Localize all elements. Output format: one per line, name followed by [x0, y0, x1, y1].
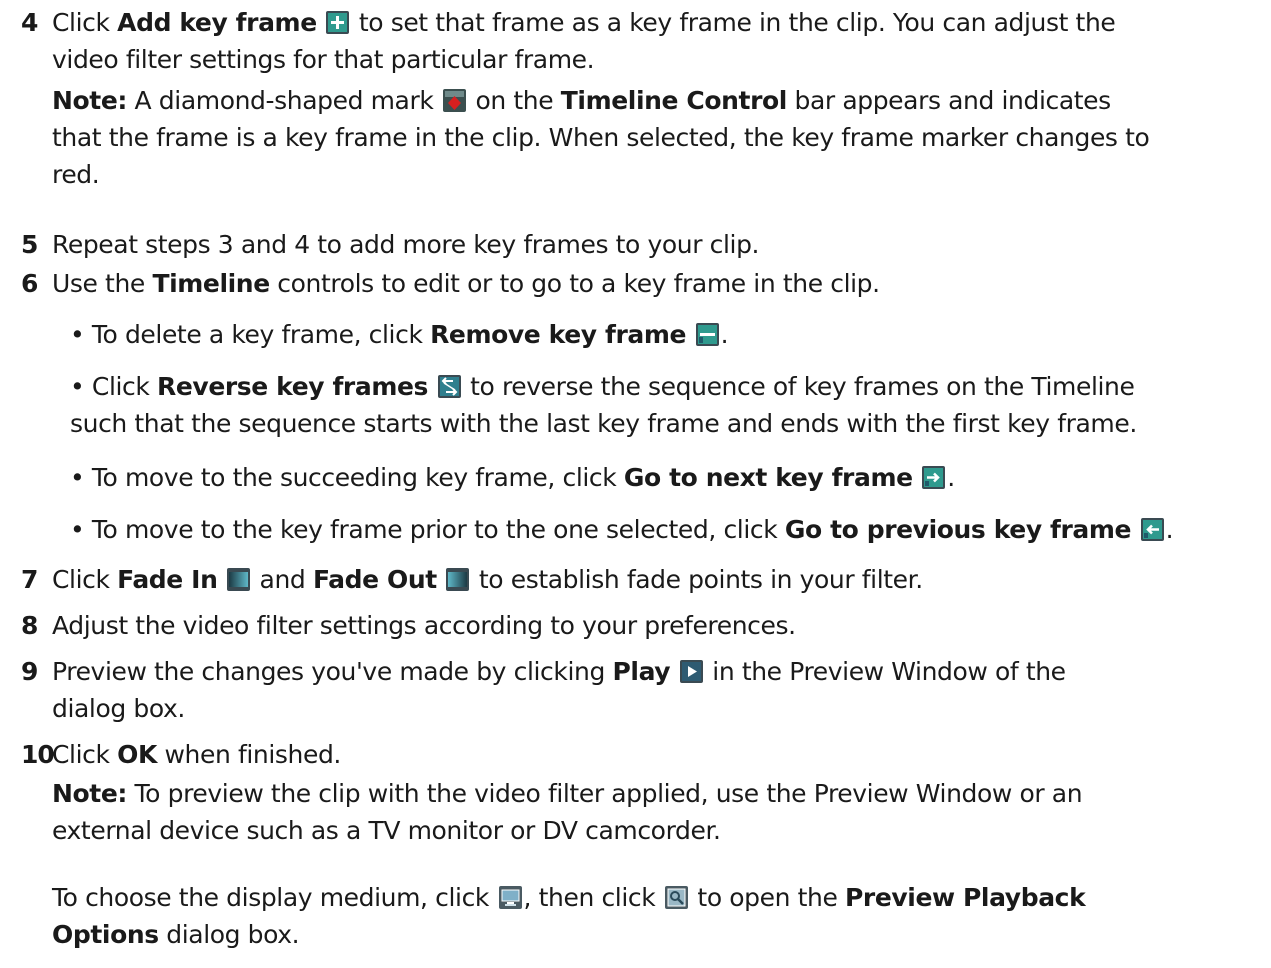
ui-term: Fade In — [117, 565, 218, 594]
ui-term: Go to next key frame — [623, 463, 913, 492]
step-number: 4 — [21, 8, 38, 37]
text: Repeat steps 3 and 4 to add more key fra… — [52, 230, 760, 259]
ui-term: Fade Out — [312, 565, 437, 594]
text: in the Preview Window of the — [704, 657, 1066, 686]
text: bar appears and indicates — [786, 86, 1111, 115]
ui-term: OK — [117, 740, 157, 769]
playback-options-icon — [664, 886, 688, 909]
ui-term: Timeline — [152, 269, 270, 298]
step-9: 9 Preview the changes you've made by cli… — [21, 653, 1262, 727]
step-4: 4 Click Add key frame to set that frame … — [21, 4, 1262, 78]
ui-term: Reverse key frames — [157, 372, 429, 401]
step-number: 7 — [21, 565, 38, 594]
fade-out-icon — [446, 568, 470, 591]
bullet-next: • To move to the succeeding key frame, c… — [70, 459, 1271, 496]
fade-in-icon — [227, 568, 251, 591]
step-8: 8 Adjust the video filter settings accor… — [21, 607, 1262, 644]
text: • To move to the succeeding key frame, c… — [70, 463, 624, 492]
text: A diamond-shaped mark — [127, 86, 441, 115]
text: Adjust the video filter settings accordi… — [52, 611, 796, 640]
ui-term: Preview Playback — [844, 883, 1086, 912]
step-number: 10 — [21, 740, 55, 769]
display-medium-paragraph: To choose the display medium, click , th… — [52, 879, 1262, 953]
text: Click — [52, 565, 118, 594]
note-keyframe: Note: A diamond-shaped mark on the Timel… — [52, 82, 1262, 193]
text: • To delete a key frame, click — [70, 320, 431, 349]
next-key-frame-icon — [922, 466, 946, 489]
text: to establish fade points in your filter. — [471, 565, 923, 594]
note-label: Note: — [52, 779, 128, 808]
text: , then click — [523, 883, 663, 912]
ui-term: Options — [52, 920, 159, 949]
text: To choose the display medium, click — [52, 883, 497, 912]
text: dialog box. — [158, 920, 300, 949]
play-icon — [679, 660, 703, 683]
reverse-key-frames-icon — [437, 375, 461, 398]
document-page: 4 Click Add key frame to set that frame … — [0, 0, 1271, 968]
text: . — [947, 463, 955, 492]
text: to reverse the sequence of key frames on… — [462, 372, 1135, 401]
step-5: 5 Repeat steps 3 and 4 to add more key f… — [21, 226, 1262, 263]
text: video filter settings for that particula… — [52, 45, 595, 74]
note-label: Note: — [52, 86, 128, 115]
step-10: 10 Click OK when finished. — [21, 736, 1262, 773]
text: Use the — [52, 269, 153, 298]
ui-term: Timeline Control — [560, 86, 788, 115]
text: . — [1165, 515, 1174, 544]
remove-key-frame-icon — [695, 323, 719, 346]
text: to set that frame as a key frame in the … — [351, 8, 1116, 37]
text: • To move to the key frame prior to the … — [70, 515, 785, 544]
text: Click — [52, 8, 118, 37]
bullet-remove: • To delete a key frame, click Remove ke… — [70, 316, 1271, 353]
step-7: 7 Click Fade In and Fade Out to establis… — [21, 561, 1262, 598]
text: To preview the clip with the video filte… — [127, 779, 1083, 808]
text: red. — [52, 160, 100, 189]
text: Click — [52, 740, 118, 769]
ui-term: Play — [612, 657, 671, 686]
text: that the frame is a key frame in the cli… — [52, 123, 1150, 152]
text: . — [720, 320, 729, 349]
text: and — [252, 565, 313, 594]
bullet-reverse: • Click Reverse key frames to reverse th… — [70, 368, 1271, 442]
step-number: 8 — [21, 611, 38, 640]
step-number: 9 — [21, 657, 38, 686]
text: on the — [467, 86, 561, 115]
text: when finished. — [156, 740, 341, 769]
step-6: 6 Use the Timeline controls to edit or t… — [21, 265, 1262, 302]
ui-term: Add key frame — [117, 8, 317, 37]
key-frame-marker-icon — [442, 89, 466, 112]
display-medium-icon — [498, 886, 522, 909]
text: controls to edit or to go to a key frame… — [269, 269, 880, 298]
previous-key-frame-icon — [1140, 518, 1164, 541]
text: Preview the changes you've made by click… — [52, 657, 613, 686]
text: to open the — [689, 883, 845, 912]
text: dialog box. — [52, 694, 185, 723]
ui-term: Go to previous key frame — [784, 515, 1132, 544]
ui-term: Remove key frame — [430, 320, 687, 349]
step-number: 6 — [21, 269, 38, 298]
bullet-previous: • To move to the key frame prior to the … — [70, 511, 1271, 548]
add-key-frame-icon — [326, 11, 350, 34]
note-preview: Note: To preview the clip with the video… — [52, 775, 1262, 849]
text: external device such as a TV monitor or … — [52, 816, 721, 845]
text: such that the sequence starts with the l… — [70, 409, 1137, 438]
step-number: 5 — [21, 230, 38, 259]
text: • Click — [70, 372, 158, 401]
